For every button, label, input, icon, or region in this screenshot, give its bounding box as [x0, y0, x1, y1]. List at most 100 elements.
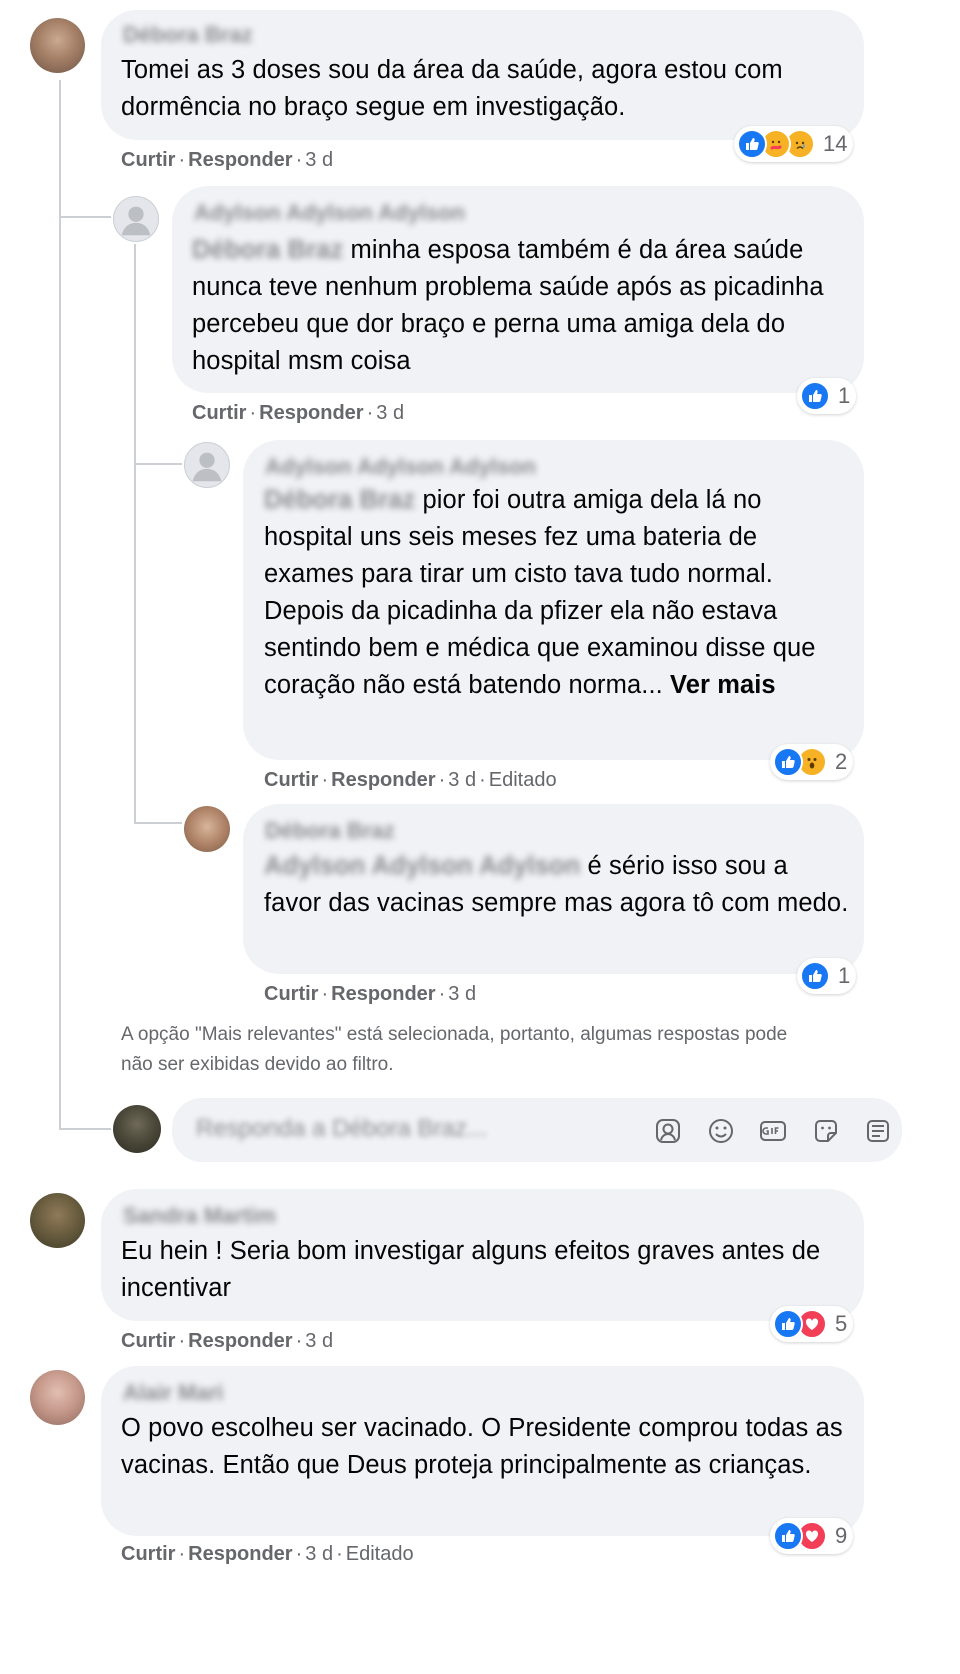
reply-placeholder: Responda a Débora Braz... — [196, 1115, 487, 1142]
reaction-summary[interactable]: 9 — [770, 1518, 854, 1554]
thread-line-main — [59, 80, 61, 1130]
avatar-sticker-icon[interactable] — [652, 1115, 684, 1147]
comment-author[interactable]: Débora Braz — [123, 22, 253, 48]
comment-actions: Curtir · Responder · 3 d — [121, 149, 333, 172]
separator: · — [438, 769, 446, 791]
like-reaction-icon — [773, 1521, 803, 1551]
like-button[interactable]: Curtir — [121, 1330, 175, 1352]
see-more-link[interactable]: Ver mais — [670, 671, 776, 699]
reaction-count: 1 — [838, 383, 851, 408]
mention-link[interactable]: Débora Braz — [264, 486, 415, 514]
reaction-count: 14 — [823, 131, 848, 156]
like-reaction-icon — [737, 129, 767, 159]
avatar[interactable] — [184, 442, 230, 488]
reply-button[interactable]: Responder — [331, 769, 435, 791]
comment-text: Tomei as 3 doses sou da área da saúde, a… — [121, 56, 783, 121]
reaction-count: 2 — [835, 749, 848, 774]
avatar[interactable] — [30, 18, 85, 73]
reply-button[interactable]: Responder — [188, 1330, 292, 1352]
separator: · — [249, 402, 257, 424]
thread-line-connector-4 — [59, 1128, 111, 1130]
comment-text: O povo escolheu ser vacinado. O Presiden… — [121, 1414, 843, 1479]
mention-link[interactable]: Débora Braz — [192, 236, 343, 264]
timestamp[interactable]: 3 d — [376, 402, 404, 424]
reply-input[interactable]: Responda a Débora Braz... — [172, 1098, 902, 1162]
avatar[interactable] — [30, 1193, 85, 1248]
default-avatar-icon — [192, 452, 222, 482]
thread-line-connector-2 — [134, 463, 182, 465]
comment-author[interactable]: Alair Mari — [123, 1380, 223, 1406]
like-button[interactable]: Curtir — [264, 769, 318, 791]
edited-label: Editado — [345, 1543, 414, 1565]
reaction-count: 9 — [835, 1523, 848, 1548]
avatar[interactable] — [30, 1370, 85, 1425]
reply-button[interactable]: Responder — [188, 149, 292, 171]
edited-label: Editado — [488, 769, 557, 791]
separator: · — [366, 402, 374, 424]
reaction-summary[interactable]: 14 — [734, 126, 854, 162]
sticker-icon[interactable] — [810, 1115, 842, 1147]
comment-text: Eu hein ! Seria bom investigar alguns ef… — [121, 1237, 821, 1302]
filter-notice-line: A opção "Mais relevantes" está seleciona… — [121, 1024, 788, 1045]
comment-bubble: Adylson Adylson Adylson Débora Braz minh… — [172, 186, 864, 393]
separator: · — [295, 1330, 303, 1352]
like-button[interactable]: Curtir — [121, 149, 175, 171]
reaction-summary[interactable]: 1 — [797, 378, 857, 414]
reaction-count: 5 — [835, 1311, 848, 1336]
emoji-icon[interactable] — [705, 1115, 737, 1147]
reply-button[interactable]: Responder — [259, 402, 363, 424]
comment-author[interactable]: Sandra Martim — [123, 1203, 276, 1229]
reaction-count: 1 — [838, 963, 851, 988]
comment-bubble: Alair Mari O povo escolheu ser vacinado.… — [101, 1366, 864, 1536]
more-icon[interactable] — [862, 1115, 894, 1147]
comment-author[interactable]: Adylson Adylson Adylson — [194, 200, 465, 226]
mention-link[interactable]: Adylson Adylson Adylson — [264, 852, 580, 880]
current-user-avatar[interactable] — [113, 1105, 161, 1153]
reply-button[interactable]: Responder — [188, 1543, 292, 1565]
separator: · — [295, 149, 303, 171]
separator: · — [336, 1543, 343, 1565]
gif-icon[interactable] — [757, 1115, 789, 1147]
separator: · — [321, 983, 329, 1005]
filter-notice-line: não ser exibidas devido ao filtro. — [121, 1054, 394, 1075]
timestamp[interactable]: 3 d — [448, 769, 476, 791]
comment-actions: Curtir · Responder · 3 d · Editado — [264, 769, 557, 792]
like-button[interactable]: Curtir — [264, 983, 318, 1005]
separator: · — [321, 769, 329, 791]
separator: · — [295, 1543, 303, 1565]
like-button[interactable]: Curtir — [192, 402, 246, 424]
comment-author[interactable]: Adylson Adylson Adylson — [265, 454, 536, 480]
comment-actions: Curtir · Responder · 3 d · Editado — [121, 1543, 414, 1566]
comment-bubble: Adylson Adylson Adylson Débora Braz pior… — [243, 440, 864, 760]
comment-bubble: Sandra Martim Eu hein ! Seria bom invest… — [101, 1189, 864, 1321]
like-button[interactable]: Curtir — [121, 1543, 175, 1565]
timestamp[interactable]: 3 d — [305, 149, 333, 171]
like-reaction-icon — [800, 381, 830, 411]
timestamp[interactable]: 3 d — [305, 1543, 333, 1565]
comment-author[interactable]: Débora Braz — [265, 818, 395, 844]
separator: · — [178, 1543, 186, 1565]
separator: · — [479, 769, 486, 791]
comment-bubble: Débora Braz Tomei as 3 doses sou da área… — [101, 10, 864, 140]
avatar[interactable] — [113, 196, 159, 242]
comment-text: Débora Braz pior foi outra amiga dela lá… — [264, 486, 816, 699]
thread-line-connector-1 — [59, 216, 111, 218]
timestamp[interactable]: 3 d — [305, 1330, 333, 1352]
comment-text: Débora Braz minha esposa também é da áre… — [192, 236, 824, 375]
comment-text: Adylson Adylson Adylson é sério isso sou… — [264, 852, 849, 917]
thread-line-connector-3 — [134, 822, 182, 824]
default-avatar-icon — [121, 206, 151, 236]
timestamp[interactable]: 3 d — [448, 983, 476, 1005]
comment-bubble: Débora Braz Adylson Adylson Adylson é sé… — [243, 804, 864, 974]
reply-button[interactable]: Responder — [331, 983, 435, 1005]
comment-actions: Curtir · Responder · 3 d — [121, 1330, 333, 1353]
thread-line-nested — [134, 244, 136, 824]
like-reaction-icon — [773, 747, 803, 777]
avatar[interactable] — [184, 806, 230, 852]
separator: · — [178, 1330, 186, 1352]
reaction-summary[interactable]: 2 — [770, 744, 854, 780]
reaction-summary[interactable]: 5 — [770, 1306, 854, 1342]
filter-notice: A opção "Mais relevantes" está seleciona… — [121, 1020, 787, 1080]
comment-actions: Curtir · Responder · 3 d — [192, 402, 404, 425]
reaction-summary[interactable]: 1 — [797, 958, 857, 994]
